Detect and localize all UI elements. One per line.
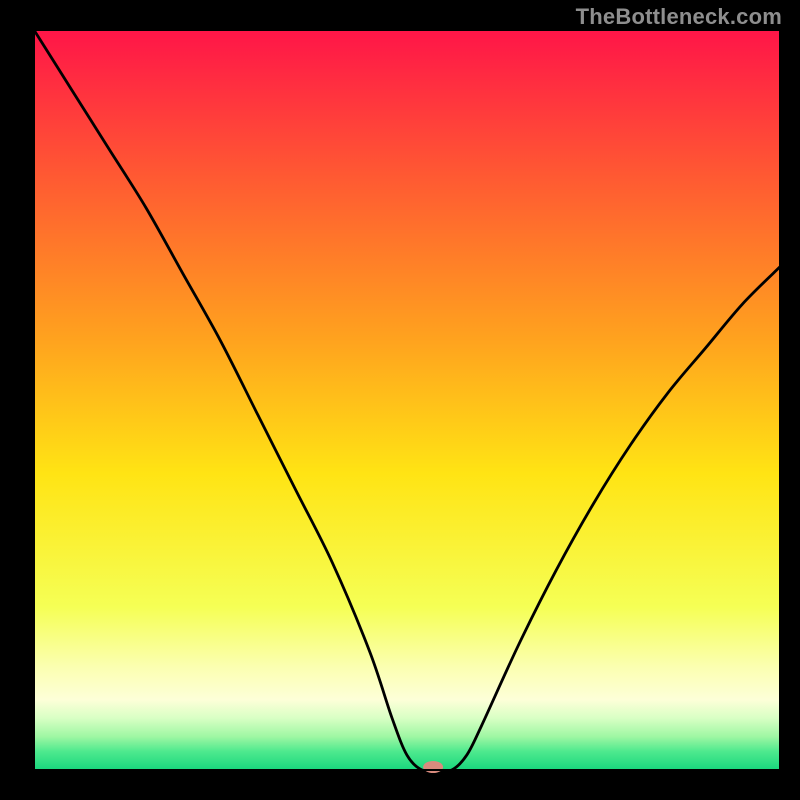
optimal-point-marker [423,761,443,773]
chart-background-gradient [34,30,780,770]
bottleneck-chart [0,0,800,800]
watermark-text: TheBottleneck.com [576,4,782,30]
